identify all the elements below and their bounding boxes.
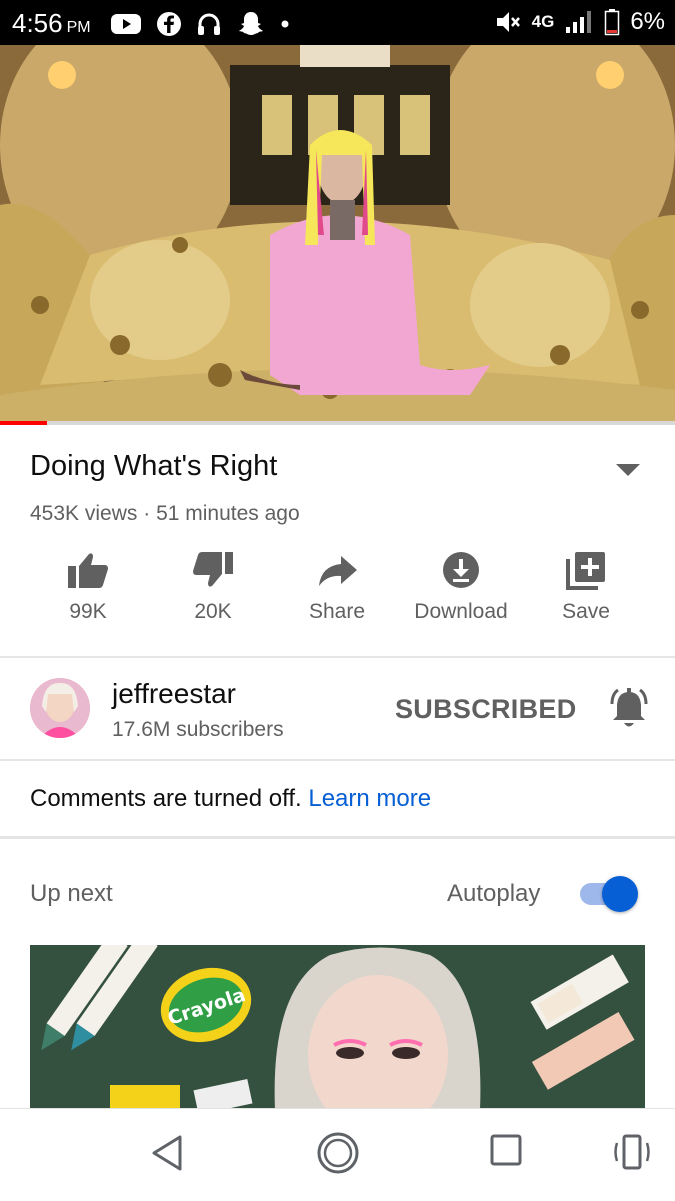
save-button[interactable]: Save xyxy=(526,550,646,624)
up-next-thumbnail[interactable]: Crayola xyxy=(30,945,645,1110)
rotate-icon[interactable] xyxy=(612,1133,652,1171)
dislike-count: 20K xyxy=(194,600,232,623)
chevron-down-icon[interactable] xyxy=(612,460,644,480)
download-button[interactable]: Download xyxy=(401,550,521,624)
youtube-icon xyxy=(111,14,141,34)
video-frame xyxy=(0,45,675,423)
divider xyxy=(0,836,675,839)
back-icon[interactable] xyxy=(150,1133,186,1173)
video-meta: 453K views · 51 minutes ago xyxy=(30,502,300,525)
download-icon xyxy=(443,552,479,588)
like-button[interactable]: 99K xyxy=(28,550,148,624)
notification-bell-icon[interactable] xyxy=(606,686,652,732)
headphones-icon xyxy=(198,13,220,35)
video-player[interactable] xyxy=(0,45,675,423)
clock: 4:56 PM xyxy=(12,8,91,38)
channel-avatar[interactable] xyxy=(30,678,90,738)
subscribed-button[interactable]: SUBSCRIBED xyxy=(395,694,577,725)
recents-icon[interactable] xyxy=(490,1133,522,1167)
thumbs-up-icon xyxy=(68,553,108,588)
dot-icon xyxy=(281,20,289,28)
snapchat-icon xyxy=(239,12,263,35)
dislike-button[interactable]: 20K xyxy=(153,550,273,624)
network-icon: 4G xyxy=(531,12,555,31)
home-icon[interactable] xyxy=(316,1131,360,1175)
learn-more-link[interactable]: Learn more xyxy=(308,785,431,812)
status-bar: 4:56 PM 4G 6% xyxy=(0,0,675,45)
subscriber-count: 17.6M subscribers xyxy=(112,718,284,741)
channel-name[interactable]: jeffreestar xyxy=(112,678,236,710)
view-count: 453K views xyxy=(30,502,138,525)
battery-icon xyxy=(605,9,620,36)
video-title: Doing What's Right xyxy=(30,450,278,482)
save-playlist-icon xyxy=(566,552,605,590)
signal-icon xyxy=(566,11,592,33)
autoplay-label: Autoplay xyxy=(447,880,541,907)
up-next-label: Up next xyxy=(30,880,113,907)
divider xyxy=(0,759,675,761)
autoplay-toggle[interactable] xyxy=(578,876,640,912)
share-icon xyxy=(319,556,357,586)
thumbs-down-icon xyxy=(193,552,233,587)
video-progress-bar[interactable] xyxy=(0,421,675,425)
system-navigation-bar xyxy=(0,1108,675,1201)
progress-fill xyxy=(0,421,48,425)
battery-level: 6% xyxy=(630,8,665,35)
upload-age: 51 minutes ago xyxy=(156,502,300,525)
like-count: 99K xyxy=(69,600,107,623)
share-button[interactable]: Share xyxy=(277,550,397,624)
facebook-icon xyxy=(157,12,181,36)
comments-disabled-notice: Comments are turned off. Learn more xyxy=(30,785,432,812)
mute-icon xyxy=(496,12,520,32)
divider xyxy=(0,656,675,658)
